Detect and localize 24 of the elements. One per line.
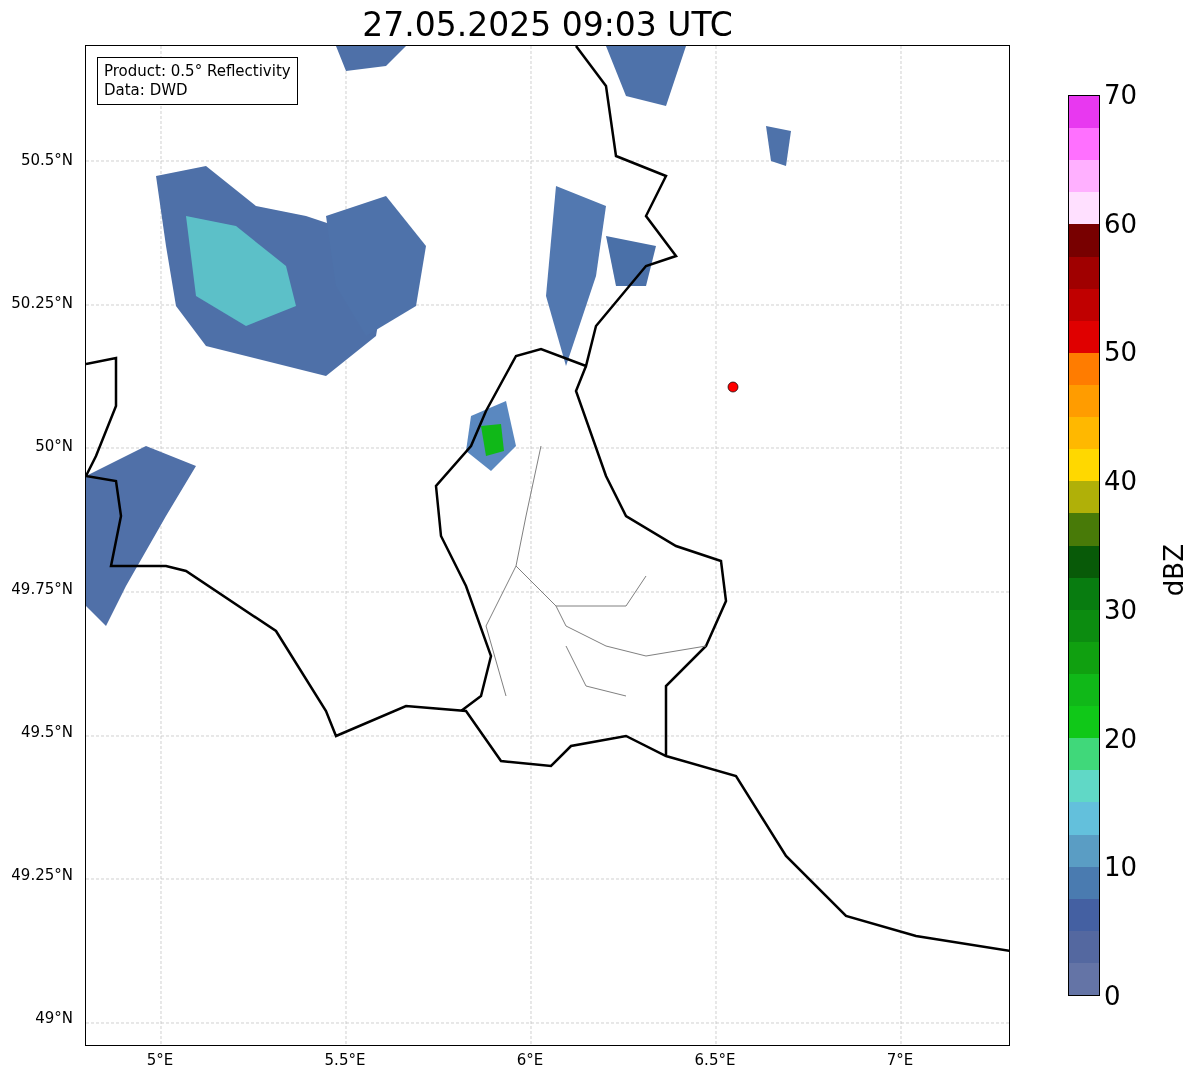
legend-text: Data: DWD	[104, 81, 189, 100]
colorbar-tick-label: 20	[1104, 724, 1138, 753]
colorbar-tick-label: 10	[1104, 853, 1138, 882]
axis-tick-label: 5.5°E	[323, 1050, 367, 1070]
colorbar-tick-label: 40	[1104, 467, 1138, 496]
colorbar-tick-label: 0	[1104, 981, 1122, 1010]
colorbar-tick-label: 50	[1104, 338, 1138, 367]
axis-tick-label: 50°N	[35, 436, 73, 456]
axis-tick-label: 49.25°N	[11, 865, 73, 885]
axis-tick-label: 49.5°N	[20, 722, 73, 742]
axis-tick-label: 49.75°N	[11, 579, 73, 599]
axis-tick-label: 7°E	[885, 1050, 915, 1070]
colorbar-tick-label: 70	[1104, 81, 1138, 109]
colorbar-tick-label: 30	[1104, 595, 1138, 624]
colorbar-label: dBZ	[1159, 544, 1190, 597]
legend-text: Product: 0.5° Reflectivity	[104, 62, 291, 81]
axis-tick-label: 6.5°E	[693, 1050, 737, 1070]
chart-title: 27.05.2025 09:03 UTC	[361, 4, 734, 45]
colorbar-tick-label: 60	[1104, 209, 1138, 238]
axis-tick-label: 6°E	[515, 1050, 545, 1070]
axis-tick-label: 50.25°N	[11, 293, 73, 313]
axis-tick-label: 49°N	[35, 1008, 73, 1028]
axis-tick-label: 5°E	[145, 1050, 175, 1070]
axis-tick-label: 50.5°N	[20, 150, 73, 170]
